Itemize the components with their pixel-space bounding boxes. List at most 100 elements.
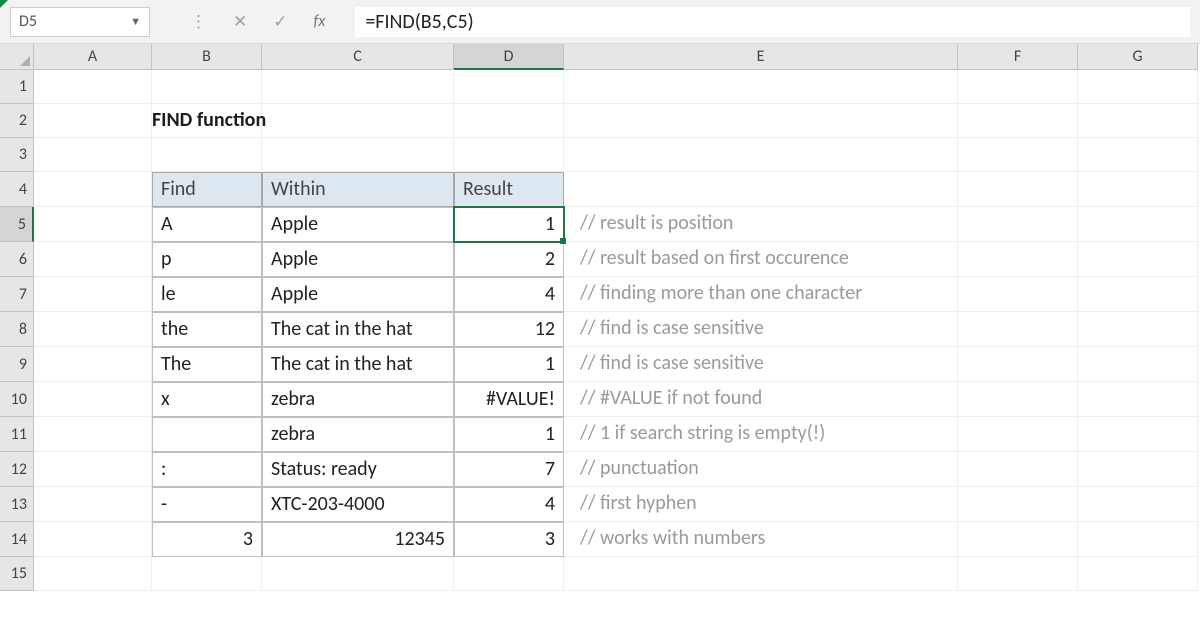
cell-E8[interactable]: // find is case sensitive — [564, 312, 958, 347]
cell-B3[interactable] — [152, 138, 262, 172]
cell-G6[interactable] — [1078, 242, 1198, 277]
row-header-11[interactable]: 11 — [0, 417, 34, 452]
row-header-10[interactable]: 10 — [0, 382, 34, 417]
cell-F6[interactable] — [958, 242, 1078, 277]
cell-A5[interactable] — [34, 207, 152, 242]
cell-A1[interactable] — [34, 70, 152, 104]
cell-within[interactable]: Apple — [262, 242, 454, 277]
cell-G10[interactable] — [1078, 382, 1198, 417]
cell-G15[interactable] — [1078, 557, 1198, 591]
cell-result[interactable]: #VALUE! — [454, 382, 564, 417]
cell-A12[interactable] — [34, 452, 152, 487]
cell-C3[interactable] — [262, 138, 454, 172]
cell-result[interactable]: 1 — [454, 347, 564, 382]
row-header-15[interactable]: 15 — [0, 557, 34, 591]
chevron-down-icon[interactable]: ▼ — [130, 15, 141, 28]
cell-E14[interactable]: // works with numbers — [564, 522, 958, 557]
col-header-A[interactable]: A — [34, 44, 152, 70]
cell-result[interactable]: 1 — [454, 207, 564, 242]
cell-G4[interactable] — [1078, 172, 1198, 207]
cell-F1[interactable] — [958, 70, 1078, 104]
formula-input[interactable]: =FIND(B5,C5) — [355, 7, 1190, 37]
cell-A15[interactable] — [34, 557, 152, 591]
cell-result[interactable]: 3 — [454, 522, 564, 557]
row-header-7[interactable]: 7 — [0, 277, 34, 312]
row-header-3[interactable]: 3 — [0, 138, 34, 172]
cell-G9[interactable] — [1078, 347, 1198, 382]
cell-G14[interactable] — [1078, 522, 1198, 557]
cell-F12[interactable] — [958, 452, 1078, 487]
cell-E1[interactable] — [564, 70, 958, 104]
col-header-D[interactable]: D — [454, 44, 564, 70]
cell-within[interactable]: zebra — [262, 417, 454, 452]
cell-A2[interactable] — [34, 104, 152, 138]
cell-within[interactable]: Apple — [262, 277, 454, 312]
cell-A13[interactable] — [34, 487, 152, 522]
cell-G8[interactable] — [1078, 312, 1198, 347]
cell-find[interactable]: p — [152, 242, 262, 277]
cell-E7[interactable]: // finding more than one character — [564, 277, 958, 312]
cell-D3[interactable] — [454, 138, 564, 172]
cell-A11[interactable] — [34, 417, 152, 452]
cell-within[interactable]: zebra — [262, 382, 454, 417]
cell-G11[interactable] — [1078, 417, 1198, 452]
cell-F5[interactable] — [958, 207, 1078, 242]
cell-A4[interactable] — [34, 172, 152, 207]
row-header-13[interactable]: 13 — [0, 487, 34, 522]
cell-result[interactable]: 1 — [454, 417, 564, 452]
name-box[interactable]: D5 ▼ — [10, 7, 150, 37]
cell-find[interactable]: x — [152, 382, 262, 417]
cell-F8[interactable] — [958, 312, 1078, 347]
cell-E3[interactable] — [564, 138, 958, 172]
cell-result[interactable]: 12 — [454, 312, 564, 347]
cell-find[interactable]: The — [152, 347, 262, 382]
cell-result[interactable]: 7 — [454, 452, 564, 487]
cancel-icon[interactable]: ✕ — [233, 11, 247, 32]
cell-B2[interactable]: FIND function — [152, 104, 262, 138]
row-header-8[interactable]: 8 — [0, 312, 34, 347]
cell-G2[interactable] — [1078, 104, 1198, 138]
cell-B1[interactable] — [152, 70, 262, 104]
cell-A8[interactable] — [34, 312, 152, 347]
cell-A3[interactable] — [34, 138, 152, 172]
cell-D15[interactable] — [454, 557, 564, 591]
cell-within[interactable]: XTC-203-4000 — [262, 487, 454, 522]
col-header-F[interactable]: F — [958, 44, 1078, 70]
cell-find[interactable]: 3 — [152, 522, 262, 557]
select-all-corner[interactable] — [0, 44, 34, 70]
cell-G7[interactable] — [1078, 277, 1198, 312]
col-header-E[interactable]: E — [564, 44, 958, 70]
cell-E6[interactable]: // result based on first occurence — [564, 242, 958, 277]
cell-result[interactable]: 4 — [454, 277, 564, 312]
cell-B15[interactable] — [152, 557, 262, 591]
col-header-C[interactable]: C — [262, 44, 454, 70]
enter-icon[interactable]: ✓ — [273, 11, 287, 32]
header-result[interactable]: Result — [454, 172, 564, 207]
cell-C1[interactable] — [262, 70, 454, 104]
cell-E5[interactable]: // result is position — [564, 207, 958, 242]
cell-find[interactable]: A — [152, 207, 262, 242]
cell-F11[interactable] — [958, 417, 1078, 452]
cell-F4[interactable] — [958, 172, 1078, 207]
cell-E15[interactable] — [564, 557, 958, 591]
cell-G5[interactable] — [1078, 207, 1198, 242]
cell-A9[interactable] — [34, 347, 152, 382]
cell-within[interactable]: The cat in the hat — [262, 312, 454, 347]
cell-E13[interactable]: // first hyphen — [564, 487, 958, 522]
cell-F13[interactable] — [958, 487, 1078, 522]
cell-E9[interactable]: // find is case sensitive — [564, 347, 958, 382]
cell-F7[interactable] — [958, 277, 1078, 312]
cell-G12[interactable] — [1078, 452, 1198, 487]
cell-F14[interactable] — [958, 522, 1078, 557]
cell-G3[interactable] — [1078, 138, 1198, 172]
header-find[interactable]: Find — [152, 172, 262, 207]
row-header-14[interactable]: 14 — [0, 522, 34, 557]
header-within[interactable]: Within — [262, 172, 454, 207]
row-header-5[interactable]: 5 — [0, 207, 34, 242]
cell-A10[interactable] — [34, 382, 152, 417]
cell-C2[interactable] — [262, 104, 454, 138]
cell-result[interactable]: 2 — [454, 242, 564, 277]
cell-F9[interactable] — [958, 347, 1078, 382]
col-header-G[interactable]: G — [1078, 44, 1198, 70]
cell-E4[interactable] — [564, 172, 958, 207]
